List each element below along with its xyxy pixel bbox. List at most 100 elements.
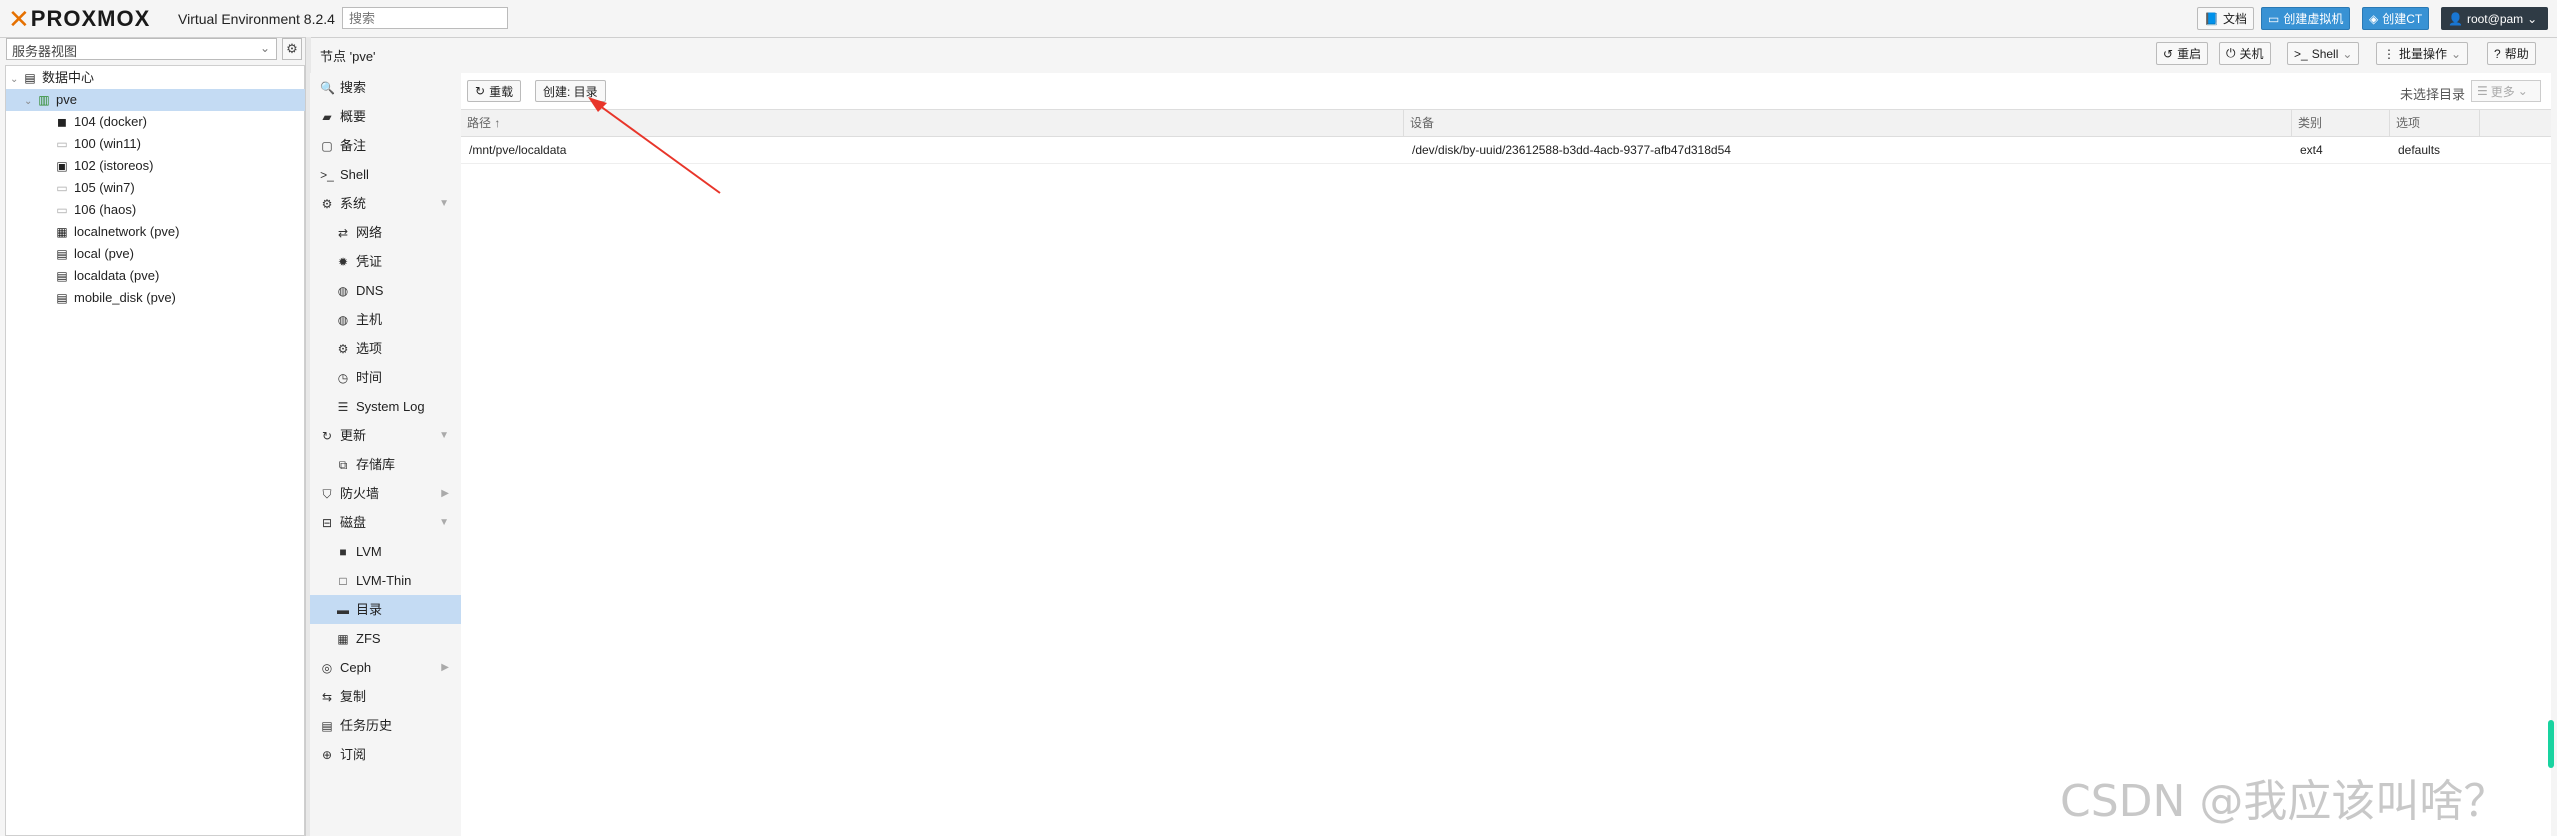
list-alt-icon: ▤ bbox=[321, 719, 333, 733]
tree-item-mobile-disk[interactable]: ▤ mobile_disk (pve) bbox=[6, 287, 352, 309]
chevron-down-icon: ▼ bbox=[439, 198, 449, 209]
shell-button[interactable]: >_ Shell ⌄ bbox=[2287, 42, 2360, 65]
node-icon: ▥ bbox=[38, 93, 50, 107]
tree-item-104[interactable]: ◼ 104 (docker) bbox=[6, 111, 352, 133]
cube-icon: ◈ bbox=[2369, 11, 2379, 26]
nav-replication[interactable]: ⇆ 复制 bbox=[310, 682, 461, 711]
nav-network[interactable]: ⇄ 网络 bbox=[310, 218, 461, 247]
note-icon: ▢ bbox=[321, 139, 333, 153]
table-header: 路径 ↑ 设备 类别 选项 bbox=[461, 110, 2551, 137]
resource-tree: ⌄ ▤ 数据中心 ⌄ ▥ pve ◼ 104 (docker) ▭ 100 (win11… bbox=[5, 65, 322, 836]
vm-running-icon: ▣ bbox=[56, 159, 68, 173]
table-row[interactable]: /mnt/pve/localdata /dev/disk/by-uuid/236… bbox=[461, 137, 2551, 164]
reload-button[interactable]: ↻ 重载 bbox=[467, 80, 522, 102]
nav-lvm-thin[interactable]: □ LVM-Thin bbox=[310, 566, 461, 595]
folder-icon: ▬ bbox=[337, 603, 349, 617]
gear-icon: ⚙ bbox=[337, 342, 349, 356]
nav-certificates[interactable]: ✹ 凭证 bbox=[310, 247, 461, 276]
refresh-icon: ↻ bbox=[475, 84, 486, 98]
tree-item-102[interactable]: ▣ 102 (istoreos) bbox=[6, 155, 352, 177]
exchange-icon: ⇄ bbox=[337, 226, 349, 240]
tree-item-datacenter[interactable]: ⌄ ▤ 数据中心 bbox=[6, 67, 308, 89]
nav-system-log[interactable]: ☰ System Log bbox=[310, 392, 461, 421]
column-path[interactable]: 路径 ↑ bbox=[461, 110, 1404, 136]
cogs-icon: ⚙ bbox=[321, 197, 333, 211]
tree-item-local[interactable]: ▤ local (pve) bbox=[6, 243, 352, 265]
nav-search[interactable]: 🔍 搜索 bbox=[310, 73, 461, 102]
create-ct-button[interactable]: ◈ 创建CT bbox=[2362, 7, 2430, 30]
book-icon: ▰ bbox=[322, 110, 332, 124]
nav-time[interactable]: ◷ 时间 bbox=[310, 363, 461, 392]
nav-system[interactable]: ⚙ 系统 ▼ bbox=[310, 189, 461, 218]
ceph-icon: ◎ bbox=[321, 661, 333, 675]
column-options[interactable]: 选项 bbox=[2390, 110, 2480, 136]
nav-repositories[interactable]: ⧉ 存储库 bbox=[310, 450, 461, 479]
search-input[interactable] bbox=[342, 7, 508, 29]
more-button[interactable]: ☰ 更多 ⌄ bbox=[2471, 80, 2541, 102]
bulk-actions-button[interactable]: ⋮ 批量操作 ⌄ bbox=[2376, 42, 2469, 65]
nav-hosts[interactable]: ◍ 主机 bbox=[310, 305, 461, 334]
cell-device: /dev/disk/by-uuid/23612588-b3dd-4acb-937… bbox=[1412, 143, 1731, 157]
chevron-down-icon: ▼ bbox=[439, 517, 449, 528]
desktop-icon: ▭ bbox=[2268, 11, 2280, 26]
nav-updates[interactable]: ↻ 更新 ▼ bbox=[310, 421, 461, 450]
nav-options[interactable]: ⚙ 选项 bbox=[310, 334, 461, 363]
create-vm-button[interactable]: ▭ 创建虚拟机 bbox=[2261, 7, 2351, 30]
nav-subscription[interactable]: ⊕ 订阅 bbox=[310, 740, 461, 769]
chevron-down-icon: ▼ bbox=[439, 430, 449, 441]
column-device[interactable]: 设备 bbox=[1404, 110, 2292, 136]
tree-item-pve[interactable]: ⌄ ▥ pve bbox=[6, 89, 322, 111]
tree-item-localnetwork[interactable]: ▦ localnetwork (pve) bbox=[6, 221, 352, 243]
help-button[interactable]: ? 帮助 bbox=[2487, 42, 2536, 65]
tree-item-100[interactable]: ▭ 100 (win11) bbox=[6, 133, 352, 155]
nav-summary[interactable]: ▰ 概要 bbox=[310, 102, 461, 131]
nav-zfs[interactable]: ▦ ZFS bbox=[310, 624, 461, 653]
square-icon: ■ bbox=[339, 545, 347, 559]
ellipsis-icon: ⋮ bbox=[2383, 46, 2395, 61]
clock-icon: ◷ bbox=[337, 371, 349, 385]
nav-ceph[interactable]: ◎ Ceph ▶ bbox=[310, 653, 461, 682]
search-icon: 🔍 bbox=[320, 81, 335, 95]
vm-stopped-icon: ▭ bbox=[56, 181, 68, 195]
tree-item-105[interactable]: ▭ 105 (win7) bbox=[6, 177, 352, 199]
nav-lvm[interactable]: ■ LVM bbox=[310, 537, 461, 566]
cell-options: defaults bbox=[2398, 143, 2441, 157]
shutdown-button[interactable]: ⏻ 关机 bbox=[2219, 42, 2271, 65]
watermark: CSDN @我应该叫啥？ bbox=[2060, 776, 2508, 827]
nav-firewall[interactable]: ⛉ 防火墙 ▶ bbox=[310, 479, 461, 508]
user-menu-button[interactable]: 👤 root@pam ⌄ bbox=[2441, 7, 2548, 30]
tree-item-106[interactable]: ▭ 106 (haos) bbox=[6, 199, 352, 221]
tree-item-localdata[interactable]: ▤ localdata (pve) bbox=[6, 265, 352, 287]
storage-icon: ▤ bbox=[56, 247, 68, 261]
nav-shell[interactable]: >_ Shell bbox=[310, 160, 461, 189]
scroll-indicator[interactable] bbox=[2548, 720, 2554, 768]
chevron-down-icon: ⌄ bbox=[2517, 84, 2528, 98]
collapse-icon[interactable]: ⌄ bbox=[24, 96, 32, 107]
nav-disks[interactable]: ⊟ 磁盘 ▼ bbox=[310, 508, 461, 537]
logo-x-icon: ✕ bbox=[8, 3, 31, 34]
column-type[interactable]: 类别 bbox=[2292, 110, 2390, 136]
chevron-down-icon: ⌄ bbox=[259, 41, 270, 55]
proxmox-logo[interactable]: ✕ PROXMOX bbox=[8, 3, 150, 34]
storage-icon: ▤ bbox=[56, 291, 68, 305]
nav-task-history[interactable]: ▤ 任务历史 bbox=[310, 711, 461, 740]
book-icon: 📘 bbox=[2204, 11, 2219, 26]
nav-notes[interactable]: ▢ 备注 bbox=[310, 131, 461, 160]
gear-icon[interactable]: ⚙ bbox=[282, 38, 302, 60]
th-large-icon: ▦ bbox=[337, 632, 349, 646]
create-directory-button[interactable]: 创建: 目录 bbox=[535, 80, 606, 102]
retweet-icon: ⇆ bbox=[321, 690, 333, 704]
nav-dns[interactable]: ◍ DNS bbox=[310, 276, 461, 305]
docs-button[interactable]: 📘 文档 bbox=[2197, 7, 2254, 30]
undo-icon: ↺ bbox=[2163, 46, 2174, 61]
network-icon: ▦ bbox=[56, 225, 68, 239]
cell-type: ext4 bbox=[2300, 143, 2323, 157]
page-title: 节点 'pve' bbox=[320, 49, 376, 64]
node-nav: 🔍 搜索 ▰ 概要 ▢ 备注 >_ Shell ⚙ 系统 ▼ ⇄ 网络 ✹ 凭证 ◍ DNS ◍ 主… bbox=[310, 73, 462, 836]
chevron-right-icon: ▶ bbox=[441, 488, 449, 499]
collapse-icon[interactable]: ⌄ bbox=[10, 74, 18, 85]
shield-icon: ⛉ bbox=[322, 487, 332, 501]
reboot-button[interactable]: ↺ 重启 bbox=[2156, 42, 2209, 65]
nav-directory[interactable]: ▬ 目录 bbox=[310, 595, 461, 624]
view-select[interactable]: 服务器视图 ⌄ bbox=[6, 38, 277, 60]
